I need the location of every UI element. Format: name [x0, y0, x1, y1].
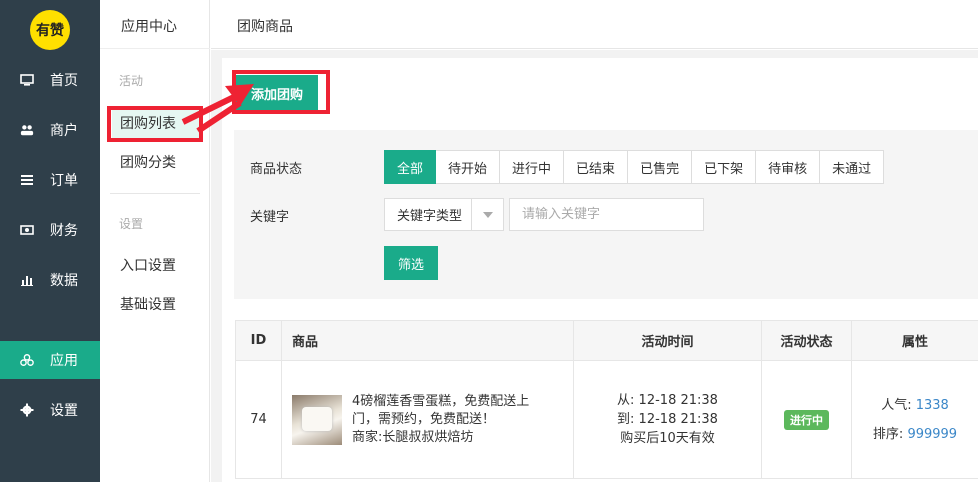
status-option[interactable]: 待审核: [756, 150, 821, 184]
merchant-name: 商家:长腿叔叔烘焙坊: [352, 429, 474, 445]
subnav-item-group-buy-list[interactable]: 团购列表: [112, 108, 200, 138]
column-header: 属性: [851, 320, 978, 361]
cell-time: 从: 12-18 21:38 到: 12-18 21:38 购买后10天有效: [573, 360, 762, 479]
subnav-group-activity: 活动: [119, 74, 144, 88]
nav-label: 首页: [50, 73, 78, 89]
content-panel: 添加团购 商品状态 全部 待开始 进行中 已结束 已售完 已下架 待审核 未通过…: [222, 58, 978, 482]
status-option[interactable]: 已下架: [692, 150, 757, 184]
main-sidebar: 有赞 首页 商户 订单 财务 数据 应用 设置: [0, 0, 100, 482]
chevron-down-icon: [471, 199, 503, 230]
status-option[interactable]: 全部: [384, 150, 437, 184]
subnav-item-basic-settings[interactable]: 基础设置: [112, 289, 200, 319]
monitor-icon: [20, 73, 34, 87]
nav-item-apps[interactable]: 应用: [0, 341, 100, 379]
users-icon: [20, 123, 34, 137]
list-icon: [20, 173, 34, 187]
status-option[interactable]: 已售完: [628, 150, 693, 184]
time-from: 从: 12-18 21:38: [617, 393, 718, 408]
nav-item-home[interactable]: 首页: [0, 61, 100, 99]
keyword-label: 关键字: [250, 210, 290, 225]
column-header: 活动状态: [761, 320, 852, 361]
divider: [110, 193, 200, 194]
nav-label: 数据: [50, 273, 78, 289]
subnav-group-settings: 设置: [119, 217, 144, 231]
nav-label: 财务: [50, 223, 78, 239]
time-valid: 购买后10天有效: [620, 431, 715, 446]
status-label: 商品状态: [250, 162, 303, 177]
money-icon: [20, 223, 34, 237]
main-area: 添加团购 商品状态 全部 待开始 进行中 已结束 已售完 已下架 待审核 未通过…: [211, 50, 978, 482]
nav-item-merchants[interactable]: 商户: [0, 111, 100, 149]
popularity-value[interactable]: 1338: [916, 398, 949, 413]
column-header: ID: [235, 320, 282, 361]
keyword-input[interactable]: [509, 198, 704, 231]
table-row[interactable]: 74 4磅榴莲香雪蛋糕，免费配送上 门，需预约，免费配送！ 商家:长腿叔叔烘焙坊: [235, 360, 978, 479]
subnav-item-group-buy-category[interactable]: 团购分类: [112, 147, 200, 177]
sort-value[interactable]: 999999: [907, 427, 957, 442]
keyword-type-select[interactable]: 关键字类型: [384, 198, 504, 231]
product-thumbnail[interactable]: [292, 394, 342, 445]
table-header-row: ID 商品 活动时间 活动状态 属性: [235, 320, 978, 361]
product-name-line: 门，需预约，免费配送！: [352, 411, 496, 427]
divider: [100, 48, 210, 49]
popularity-label: 人气:: [881, 397, 912, 413]
sort-label: 排序:: [872, 426, 904, 442]
gear-icon: [20, 403, 34, 417]
subnav-title: 应用中心: [121, 19, 177, 35]
nav-item-orders[interactable]: 订单: [0, 161, 100, 199]
filter-panel: 商品状态 全部 待开始 进行中 已结束 已售完 已下架 待审核 未通过 关键字 …: [234, 130, 978, 299]
cell-status: 进行中: [761, 360, 852, 479]
secondary-sidebar: 应用中心 活动 团购列表 团购分类 设置 入口设置 基础设置: [100, 0, 210, 482]
add-group-buy-button[interactable]: 添加团购: [236, 75, 318, 111]
nav-label: 订单: [50, 173, 78, 189]
time-to: 到: 12-18 21:38: [617, 412, 718, 427]
subnav-item-entry-settings[interactable]: 入口设置: [112, 250, 200, 280]
apps-icon: [20, 353, 34, 367]
nav-label: 应用: [50, 353, 78, 369]
filter-submit-button[interactable]: 筛选: [384, 246, 438, 280]
status-option[interactable]: 未通过: [820, 150, 885, 184]
nav-item-data[interactable]: 数据: [0, 261, 100, 299]
page-title: 团购商品: [237, 19, 293, 35]
cell-id: 74: [235, 360, 282, 479]
column-header: 活动时间: [573, 320, 762, 361]
column-header: 商品: [281, 320, 574, 361]
group-buy-table: ID 商品 活动时间 活动状态 属性 74 4磅榴莲香雪蛋糕，免费配送上 门，需…: [235, 320, 978, 479]
status-option[interactable]: 进行中: [500, 150, 565, 184]
cell-goods: 4磅榴莲香雪蛋糕，免费配送上 门，需预约，免费配送！ 商家:长腿叔叔烘焙坊: [281, 360, 574, 479]
cell-attributes: 人气: 1338 排序: 999999: [851, 360, 978, 479]
status-option[interactable]: 已结束: [564, 150, 629, 184]
nav-item-finance[interactable]: 财务: [0, 211, 100, 249]
nav-item-settings[interactable]: 设置: [0, 391, 100, 429]
status-option[interactable]: 待开始: [436, 150, 501, 184]
status-badge: 进行中: [784, 409, 829, 430]
page-header: 团购商品: [211, 0, 978, 49]
bar-chart-icon: [20, 273, 34, 287]
nav-label: 设置: [50, 403, 78, 419]
nav-label: 商户: [50, 123, 78, 139]
keyword-type-value: 关键字类型: [397, 209, 463, 224]
logo[interactable]: 有赞: [30, 10, 70, 50]
product-name-line: 4磅榴莲香雪蛋糕，免费配送上: [352, 393, 530, 409]
status-filter: 全部 待开始 进行中 已结束 已售完 已下架 待审核 未通过: [384, 150, 885, 184]
